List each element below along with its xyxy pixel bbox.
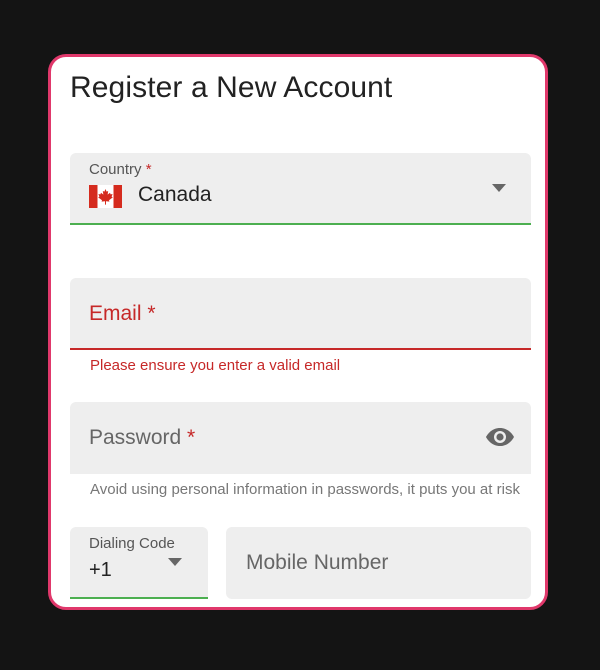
country-label-text: Country: [89, 161, 142, 178]
mobile-number-input[interactable]: Mobile Number: [226, 527, 531, 599]
chevron-down-icon[interactable]: [168, 558, 182, 566]
required-marker: *: [187, 426, 196, 449]
dialing-code-select[interactable]: Dialing Code +1: [70, 527, 208, 599]
email-field[interactable]: Email *: [70, 278, 531, 350]
country-value: Canada: [138, 183, 212, 206]
eye-icon[interactable]: [485, 425, 515, 449]
password-field[interactable]: Password *: [70, 402, 531, 474]
email-error-message: Please ensure you enter a valid email: [90, 357, 341, 374]
email-placeholder: Email *: [89, 302, 156, 326]
registration-card: Register a New Account Country * Canada …: [48, 54, 548, 610]
required-marker: *: [147, 302, 156, 325]
canada-flag-icon: [89, 185, 122, 208]
dialing-code-label: Dialing Code: [89, 535, 175, 552]
password-placeholder-text: Password: [89, 426, 182, 449]
country-select[interactable]: Country * Canada: [70, 153, 531, 225]
mobile-number-placeholder: Mobile Number: [246, 551, 389, 574]
email-placeholder-text: Email: [89, 302, 142, 325]
required-marker: *: [145, 161, 152, 178]
chevron-down-icon[interactable]: [492, 184, 506, 192]
dialing-code-value: +1: [89, 559, 112, 581]
country-label: Country *: [89, 161, 152, 178]
page-title: Register a New Account: [70, 71, 393, 104]
password-helper-text: Avoid using personal information in pass…: [90, 481, 520, 498]
password-placeholder: Password *: [89, 426, 195, 450]
